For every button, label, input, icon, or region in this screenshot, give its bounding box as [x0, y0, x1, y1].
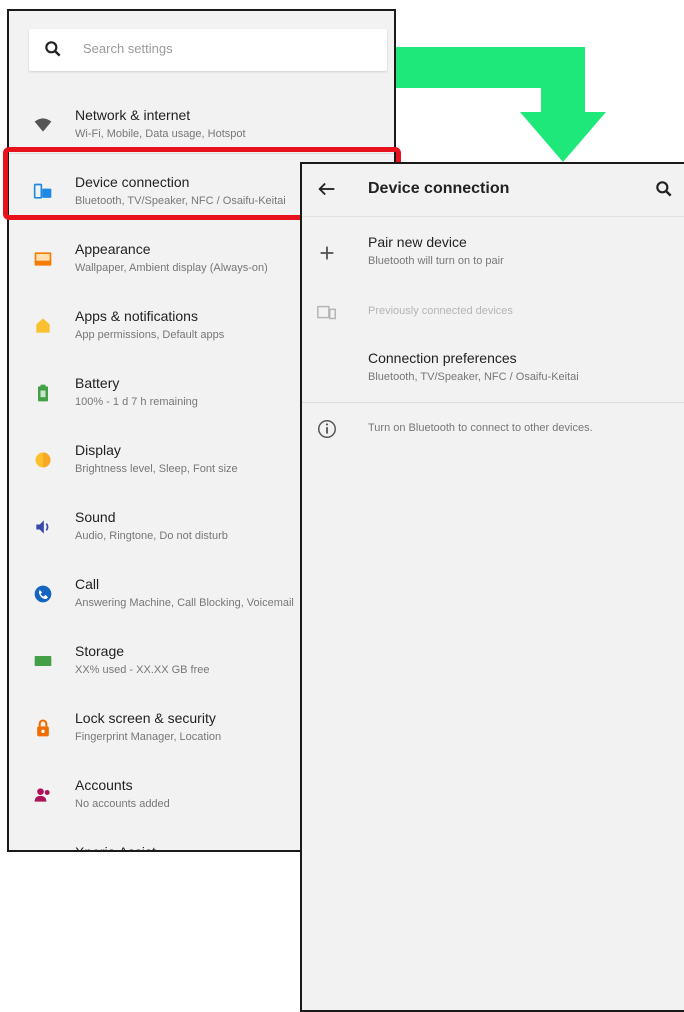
item-title: Storage — [75, 643, 125, 659]
display-icon — [35, 452, 51, 468]
page-title: Device connection — [368, 180, 510, 197]
item-title: Appearance — [75, 241, 151, 257]
item-subtitle: XX% used - XX.XX GB free — [75, 664, 210, 676]
item-subtitle: Fingerprint Manager, Location — [75, 731, 222, 743]
item-subtitle: App permissions, Default apps — [75, 329, 225, 341]
item-title: Pair new device — [368, 234, 467, 250]
item-title: Lock screen & security — [75, 710, 216, 726]
call-icon — [34, 585, 52, 603]
lock-icon — [37, 719, 49, 737]
item-subtitle: Brightness level, Sleep, Font size — [75, 463, 238, 475]
item-subtitle: Audio, Ringtone, Do not disturb — [75, 530, 228, 542]
toolbar: Device connection — [302, 164, 684, 217]
battery-icon — [38, 384, 48, 402]
accounts-icon — [34, 788, 50, 802]
devices-icon — [317, 305, 336, 320]
device-connection-screen: Device connection Pair new device Blueto… — [300, 162, 684, 1012]
item-subtitle: Bluetooth, TV/Speaker, NFC / Osaifu-Keit… — [368, 371, 579, 383]
item-subtitle: Answering Machine, Call Blocking, Voicem… — [75, 597, 294, 609]
apps-icon — [36, 318, 50, 333]
item-title: Battery — [75, 375, 120, 391]
appearance-icon — [34, 252, 52, 266]
item-title: Call — [75, 576, 100, 592]
search-icon[interactable] — [654, 179, 674, 199]
item-title: Xperia Assist — [75, 844, 156, 852]
item-title: Display — [75, 442, 121, 458]
connection-preferences[interactable]: Connection preferences Bluetooth, TV/Spe… — [302, 342, 684, 402]
storage-icon — [34, 656, 52, 666]
item-subtitle: No accounts added — [75, 798, 170, 810]
info-text: Turn on Bluetooth to connect to other de… — [368, 422, 593, 434]
item-title: Apps & notifications — [75, 308, 198, 324]
divider — [302, 402, 684, 403]
item-subtitle: 100% - 1 d 7 h remaining — [75, 396, 198, 408]
item-title: Accounts — [75, 777, 133, 793]
item-title: Connection preferences — [368, 350, 517, 366]
item-subtitle: Bluetooth will turn on to pair — [368, 255, 504, 267]
item-title: Sound — [75, 509, 116, 525]
item-title: Previously connected devices — [368, 305, 513, 317]
back-arrow-icon[interactable] — [316, 178, 338, 200]
pair-new-device[interactable]: Pair new device Bluetooth will turn on t… — [302, 226, 684, 286]
bluetooth-info: Turn on Bluetooth to connect to other de… — [302, 414, 684, 444]
sound-icon — [36, 520, 49, 534]
green-arrow — [396, 47, 606, 162]
item-subtitle: Wallpaper, Ambient display (Always-on) — [75, 262, 268, 274]
plus-icon — [320, 246, 334, 260]
info-icon — [318, 420, 336, 438]
previously-connected-devices[interactable]: Previously connected devices — [302, 294, 684, 334]
